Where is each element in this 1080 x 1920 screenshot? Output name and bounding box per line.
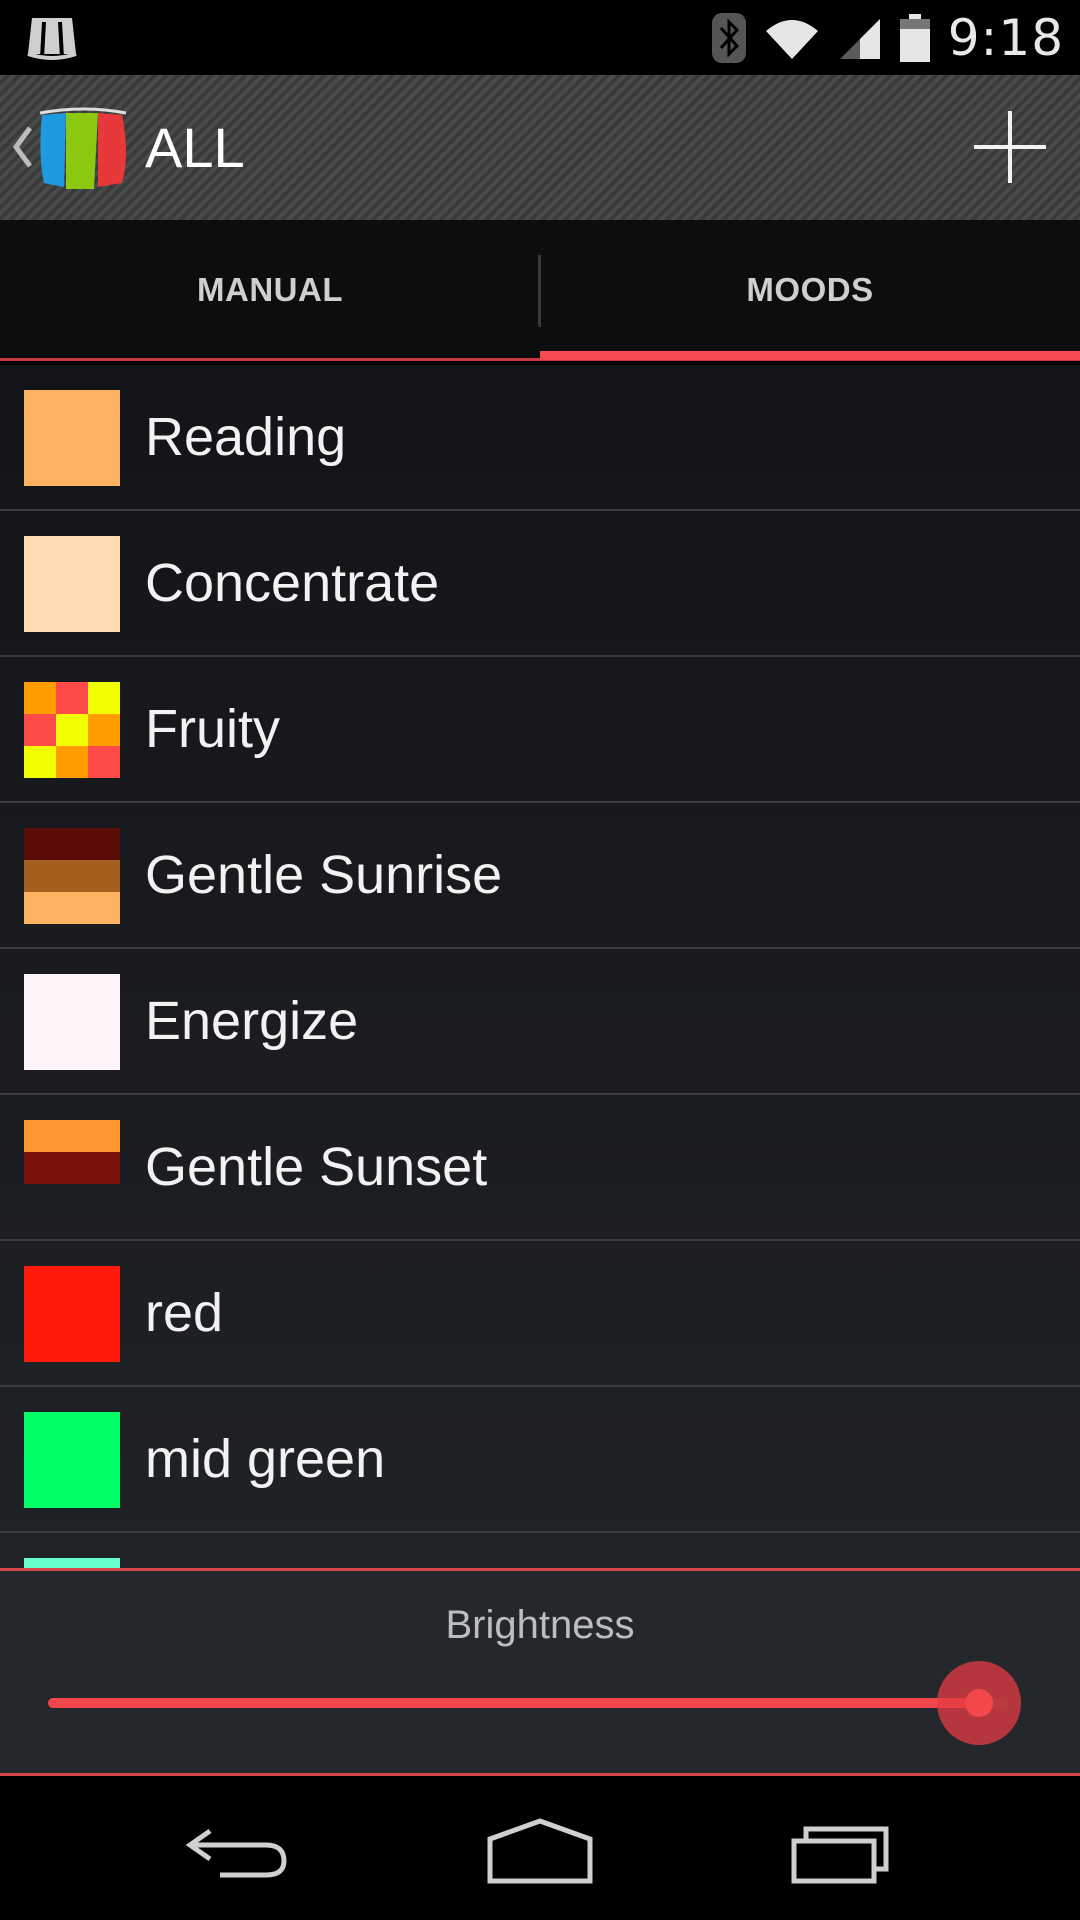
mood-name: Energize bbox=[145, 991, 359, 1051]
back-icon[interactable] bbox=[180, 1811, 300, 1891]
mood-name: Gentle Sunrise bbox=[145, 845, 503, 905]
mood-name: Reading bbox=[145, 407, 347, 467]
mood-row-fruity[interactable]: Fruity bbox=[0, 657, 1080, 803]
mood-row-energize[interactable]: Energize bbox=[0, 949, 1080, 1095]
tab-bar: MANUAL MOODS bbox=[0, 220, 1080, 361]
battery-icon bbox=[899, 13, 930, 62]
brightness-slider-fill bbox=[48, 1698, 980, 1708]
mood-row-partial[interactable] bbox=[0, 1533, 1080, 1568]
mood-swatch bbox=[24, 536, 120, 632]
brightness-slider-thumb[interactable] bbox=[965, 1689, 994, 1717]
mood-swatch bbox=[24, 1120, 120, 1184]
status-bar: 9:18 bbox=[0, 0, 1080, 75]
home-icon[interactable] bbox=[480, 1811, 600, 1891]
tab-moods[interactable]: MOODS bbox=[540, 220, 1080, 360]
notification-lamp-icon bbox=[27, 18, 77, 60]
wifi-icon bbox=[765, 19, 818, 59]
mood-name: Fruity bbox=[145, 699, 280, 759]
action-bar-title: ALL bbox=[145, 116, 245, 179]
mood-row-reading[interactable]: Reading bbox=[0, 365, 1080, 511]
mood-name: red bbox=[145, 1283, 224, 1343]
mood-row-gentle-sunrise[interactable]: Gentle Sunrise bbox=[0, 803, 1080, 949]
brightness-panel: Brightness bbox=[0, 1568, 1080, 1776]
mood-swatch bbox=[24, 682, 120, 778]
recents-icon[interactable] bbox=[780, 1811, 900, 1891]
mood-name: Concentrate bbox=[145, 553, 440, 613]
app-logo-icon[interactable] bbox=[36, 105, 132, 193]
tab-selected-indicator bbox=[540, 351, 1080, 360]
mood-name: Gentle Sunset bbox=[145, 1137, 488, 1197]
signal-icon bbox=[839, 18, 880, 59]
tab-manual[interactable]: MANUAL bbox=[0, 220, 540, 360]
mood-swatch bbox=[24, 1558, 120, 1568]
back-chevron-icon[interactable] bbox=[10, 122, 34, 172]
mood-swatch bbox=[24, 390, 120, 486]
mood-row-gentle-sunset[interactable]: Gentle Sunset bbox=[0, 1095, 1080, 1241]
action-bar: ALL bbox=[0, 75, 1080, 220]
mood-swatch bbox=[24, 1412, 120, 1508]
mood-swatch bbox=[24, 1266, 120, 1362]
mood-row-red[interactable]: red bbox=[0, 1241, 1080, 1387]
mood-name: mid green bbox=[145, 1429, 386, 1489]
mood-row-mid-green[interactable]: mid green bbox=[0, 1387, 1080, 1533]
mood-swatch bbox=[24, 828, 120, 924]
mood-swatch bbox=[24, 974, 120, 1070]
add-icon[interactable] bbox=[968, 105, 1052, 189]
navigation-bar bbox=[0, 1776, 1080, 1920]
moods-list[interactable]: Reading Concentrate Fruity Gentle Sunris… bbox=[0, 365, 1080, 1568]
bluetooth-icon bbox=[711, 12, 746, 63]
brightness-slider[interactable] bbox=[48, 1698, 1008, 1708]
brightness-label: Brightness bbox=[445, 1603, 635, 1647]
mood-row-concentrate[interactable]: Concentrate bbox=[0, 511, 1080, 657]
status-time: 9:18 bbox=[947, 8, 1064, 67]
